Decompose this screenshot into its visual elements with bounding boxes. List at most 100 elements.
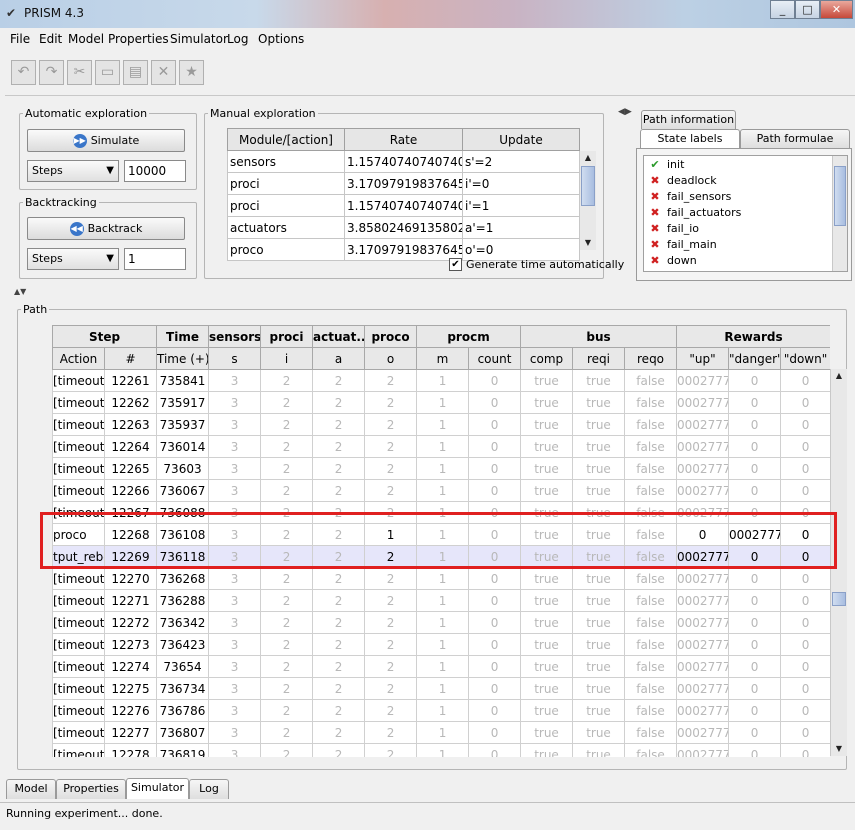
column-header-time-increment[interactable]: Time (+) [156, 347, 210, 370]
menu-edit[interactable]: Edit [39, 32, 62, 46]
path-cell-count[interactable]: 0 [468, 479, 522, 502]
path-row[interactable]: [timeout] 12274 73654 3 2 2 2 1 0 true true false 00… [52, 655, 830, 678]
paste-icon[interactable]: ▤ [123, 60, 148, 85]
path-cell-o[interactable]: 2 [364, 457, 418, 480]
path-cell-reward-up[interactable]: 0002777 [676, 457, 730, 480]
menu-options[interactable]: Options [258, 32, 304, 46]
group-header-time[interactable]: Time [156, 325, 210, 348]
path-cell-action[interactable]: [timeout] [52, 567, 105, 590]
path-cell-reward-down[interactable]: 0 [780, 655, 830, 678]
path-cell-o[interactable]: 2 [364, 479, 418, 502]
path-cell-reward-down[interactable]: 0 [780, 523, 830, 546]
path-cell-i[interactable]: 2 [260, 655, 314, 678]
path-cell-reqi[interactable]: true [572, 369, 626, 392]
path-cell-m[interactable]: 1 [416, 633, 470, 656]
path-cell-comp[interactable]: true [520, 743, 574, 757]
path-cell-reward-up[interactable]: 0002777 [676, 633, 730, 656]
path-cell-o[interactable]: 2 [364, 435, 418, 458]
column-header-reqo[interactable]: reqo [624, 347, 678, 370]
path-cell-count[interactable]: 0 [468, 589, 522, 612]
path-cell-reward-up[interactable]: 0002777 [676, 391, 730, 414]
path-cell-a[interactable]: 2 [312, 479, 366, 502]
path-cell-reward-up[interactable]: 0002777 [676, 677, 730, 700]
path-cell-o[interactable]: 2 [364, 501, 418, 524]
path-cell-m[interactable]: 1 [416, 743, 470, 757]
path-cell-a[interactable]: 2 [312, 435, 366, 458]
path-cell-reqi[interactable]: true [572, 721, 626, 744]
path-scrollbar[interactable]: ▲ ▼ [830, 369, 847, 756]
path-row[interactable]: [timeout] 12270 736268 3 2 2 2 1 0 true true false 0… [52, 567, 830, 590]
path-cell-a[interactable]: 2 [312, 391, 366, 414]
transition-rate[interactable]: 3.170979198376458 [344, 172, 463, 195]
state-label-item[interactable]: ✖ fail_main [648, 237, 716, 253]
transition-rate[interactable]: 1.157407407407407 [344, 150, 463, 173]
path-cell-count[interactable]: 0 [468, 545, 522, 568]
path-cell-a[interactable]: 2 [312, 677, 366, 700]
path-cell-reqi[interactable]: true [572, 413, 626, 436]
path-cell-reward-down[interactable]: 0 [780, 435, 830, 458]
path-cell-comp[interactable]: true [520, 633, 574, 656]
group-header-proco[interactable]: proco [364, 325, 418, 348]
path-cell-reward-down[interactable]: 0 [780, 589, 830, 612]
path-cell-count[interactable]: 0 [468, 457, 522, 480]
column-header-reward-down[interactable]: "down" [780, 347, 830, 370]
backtrack-steps-select[interactable]: Steps ▼ [27, 248, 119, 270]
path-cell-time-increment[interactable]: 736067 [156, 479, 210, 502]
path-cell-reward-up[interactable]: 0 [676, 523, 730, 546]
column-header-m[interactable]: m [416, 347, 470, 370]
column-header-count[interactable]: count [468, 347, 522, 370]
path-cell-reqo[interactable]: false [624, 567, 678, 590]
path-cell-reward-danger[interactable]: 0 [728, 369, 782, 392]
path-cell-m[interactable]: 1 [416, 699, 470, 722]
path-cell-reqi[interactable]: true [572, 677, 626, 700]
path-cell-action[interactable]: proco [52, 523, 105, 546]
path-cell-action[interactable]: [timeout] [52, 677, 105, 700]
transition-update[interactable]: i'=0 [462, 172, 580, 195]
path-cell-reward-down[interactable]: 0 [780, 479, 830, 502]
path-cell-m[interactable]: 1 [416, 479, 470, 502]
path-cell-o[interactable]: 2 [364, 413, 418, 436]
path-cell-o[interactable]: 2 [364, 655, 418, 678]
transitions-scrollbar[interactable]: ▲ ▼ [579, 151, 596, 250]
path-cell-m[interactable]: 1 [416, 501, 470, 524]
path-cell-reqo[interactable]: false [624, 743, 678, 757]
transition-module[interactable]: proci [227, 172, 345, 195]
path-cell-count[interactable]: 0 [468, 611, 522, 634]
path-cell-s[interactable]: 3 [208, 501, 262, 524]
path-row[interactable]: [timeout] 12278 736819 3 2 2 2 1 0 true true false 0… [52, 743, 830, 757]
tab-log[interactable]: Log [189, 779, 229, 799]
menu-log[interactable]: Log [227, 32, 248, 46]
path-cell-a[interactable]: 2 [312, 611, 366, 634]
column-header-s[interactable]: s [208, 347, 262, 370]
path-cell-reqo[interactable]: false [624, 589, 678, 612]
transition-row[interactable]: sensors 1.157407407407407 s'=2 [227, 150, 580, 173]
path-cell-action[interactable]: [timeout] [52, 391, 105, 414]
path-cell-time-increment[interactable]: 736268 [156, 567, 210, 590]
path-cell-reward-danger[interactable]: 0 [728, 677, 782, 700]
path-cell-reward-danger[interactable]: 0 [728, 743, 782, 757]
path-cell-reward-up[interactable]: 0002777 [676, 721, 730, 744]
path-cell-action[interactable]: [timeout] [52, 413, 105, 436]
path-cell-time-increment[interactable]: 736118 [156, 545, 210, 568]
path-cell-reqi[interactable]: true [572, 699, 626, 722]
column-header-reqi[interactable]: reqi [572, 347, 626, 370]
path-cell-reqi[interactable]: true [572, 633, 626, 656]
path-cell-s[interactable]: 3 [208, 391, 262, 414]
path-cell-comp[interactable]: true [520, 589, 574, 612]
path-cell-reqo[interactable]: false [624, 413, 678, 436]
path-cell-step-number[interactable]: 12269 [103, 545, 158, 568]
path-cell-i[interactable]: 2 [260, 677, 314, 700]
transition-update[interactable]: i'=1 [462, 194, 580, 217]
menu-file[interactable]: File [10, 32, 30, 46]
path-cell-m[interactable]: 1 [416, 677, 470, 700]
path-cell-reqi[interactable]: true [572, 391, 626, 414]
path-row[interactable]: proco 12268 736108 3 2 2 1 1 0 true true false 0 0002… [52, 523, 830, 546]
path-cell-m[interactable]: 1 [416, 545, 470, 568]
path-cell-count[interactable]: 0 [468, 633, 522, 656]
collapse-arrows-icon[interactable]: ◀▶ [618, 107, 632, 121]
path-cell-s[interactable]: 3 [208, 567, 262, 590]
path-cell-time-increment[interactable]: 736108 [156, 523, 210, 546]
path-cell-s[interactable]: 3 [208, 699, 262, 722]
path-cell-reward-danger[interactable]: 0 [728, 479, 782, 502]
path-cell-reward-up[interactable]: 0002777 [676, 545, 730, 568]
